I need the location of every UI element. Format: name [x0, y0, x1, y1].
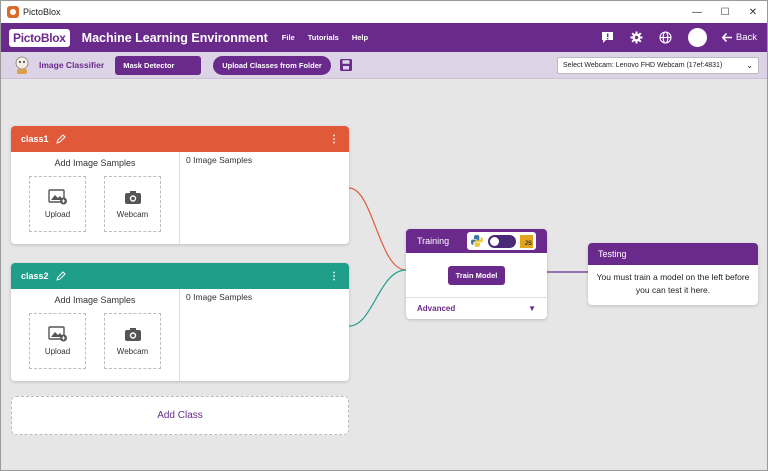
more-options-icon[interactable]: ⋮: [329, 271, 339, 282]
webcam-select-label: Select Webcam:: [563, 61, 614, 69]
webcam-button[interactable]: Webcam: [104, 313, 161, 369]
webcam-select-value: Lenovo FHD Webcam (17ef:4831): [615, 61, 723, 69]
class-name[interactable]: class1: [21, 134, 49, 144]
pictoblox-app-icon: [7, 6, 19, 18]
upload-classes-button[interactable]: Upload Classes from Folder: [213, 55, 331, 75]
training-header: Training JS: [406, 229, 547, 253]
class-card-class1: class1 ⋮ Add Image Samples Upload Webcam: [11, 126, 349, 244]
camera-icon: [124, 190, 141, 204]
training-title: Training: [417, 236, 450, 246]
advanced-toggle[interactable]: Advanced ▼: [406, 297, 547, 319]
class-header: class1 ⋮: [11, 126, 349, 152]
save-icon[interactable]: [339, 58, 353, 72]
advanced-label: Advanced: [417, 304, 456, 313]
sample-count: 0 Image Samples: [186, 292, 253, 302]
globe-icon[interactable]: [659, 31, 673, 45]
back-button[interactable]: Back: [721, 32, 757, 43]
class-name[interactable]: class2: [21, 271, 49, 281]
window-title: PictoBlox: [23, 7, 61, 17]
webcam-label: Webcam: [116, 209, 149, 219]
python-icon: [471, 235, 483, 247]
chevron-down-icon: ⌄: [746, 60, 753, 70]
pictoblox-logo: PictoBlox: [9, 28, 70, 47]
image-upload-icon: [47, 189, 67, 205]
camera-icon: [124, 327, 141, 341]
user-avatar[interactable]: [687, 28, 707, 47]
pencil-icon[interactable]: [55, 271, 66, 281]
close-button[interactable]: ✕: [739, 1, 767, 23]
language-toggle[interactable]: JS: [467, 232, 536, 250]
mask-detector-button[interactable]: Mask Detector: [115, 55, 202, 75]
menu-file[interactable]: File: [282, 33, 295, 42]
menu-help[interactable]: Help: [352, 33, 368, 42]
minimize-button[interactable]: —: [683, 1, 711, 23]
upload-label: Upload: [44, 210, 71, 219]
sample-count: 0 Image Samples: [186, 155, 253, 165]
maximize-button[interactable]: ☐: [711, 1, 739, 23]
add-samples-title: Add Image Samples: [54, 295, 136, 305]
upload-label: Upload: [44, 347, 71, 356]
javascript-icon: JS: [520, 234, 533, 248]
train-model-button[interactable]: Train Model: [448, 266, 505, 285]
gear-icon[interactable]: [630, 31, 644, 45]
class-card-class2: class2 ⋮ Add Image Samples Upload Webcam: [11, 263, 349, 381]
training-panel: Training JS Train Model Advanced ▼: [406, 229, 547, 319]
feedback-icon[interactable]: [601, 31, 615, 45]
testing-panel: Testing You must train a model on the le…: [588, 243, 758, 305]
webcam-select[interactable]: Select Webcam: Lenovo FHD Webcam (17ef:4…: [557, 56, 759, 74]
image-upload-icon: [47, 326, 67, 342]
page-title: Machine Learning Environment: [81, 30, 268, 45]
more-options-icon[interactable]: ⋮: [329, 134, 339, 145]
arrow-left-icon: [721, 33, 732, 42]
back-label: Back: [735, 32, 757, 43]
add-samples-title: Add Image Samples: [54, 158, 136, 168]
upload-button[interactable]: Upload: [29, 313, 86, 369]
class-header: class2 ⋮: [11, 263, 349, 289]
menu-tutorials[interactable]: Tutorials: [308, 33, 339, 42]
workspace-canvas: class1 ⋮ Add Image Samples Upload Webcam: [1, 80, 767, 470]
caret-down-icon: ▼: [528, 304, 536, 313]
window-titlebar: PictoBlox — ☐ ✕: [1, 1, 767, 23]
webcam-button[interactable]: Webcam: [104, 176, 161, 232]
app-header: PictoBlox Machine Learning Environment F…: [1, 23, 767, 52]
app-window: PictoBlox — ☐ ✕ PictoBlox Machine Learni…: [0, 0, 768, 471]
project-type-label: Image Classifier: [39, 60, 105, 70]
pencil-icon[interactable]: [55, 134, 66, 144]
webcam-label: Webcam: [116, 346, 149, 356]
upload-button[interactable]: Upload: [29, 176, 86, 232]
add-class-button[interactable]: Add Class: [11, 396, 349, 435]
toggle-switch[interactable]: [488, 234, 516, 248]
testing-message: You must train a model on the left befor…: [596, 272, 750, 295]
toolbar: Image Classifier Mask Detector Upload Cl…: [1, 52, 767, 79]
mascot-icon: [11, 55, 33, 75]
testing-header: Testing: [588, 243, 758, 265]
